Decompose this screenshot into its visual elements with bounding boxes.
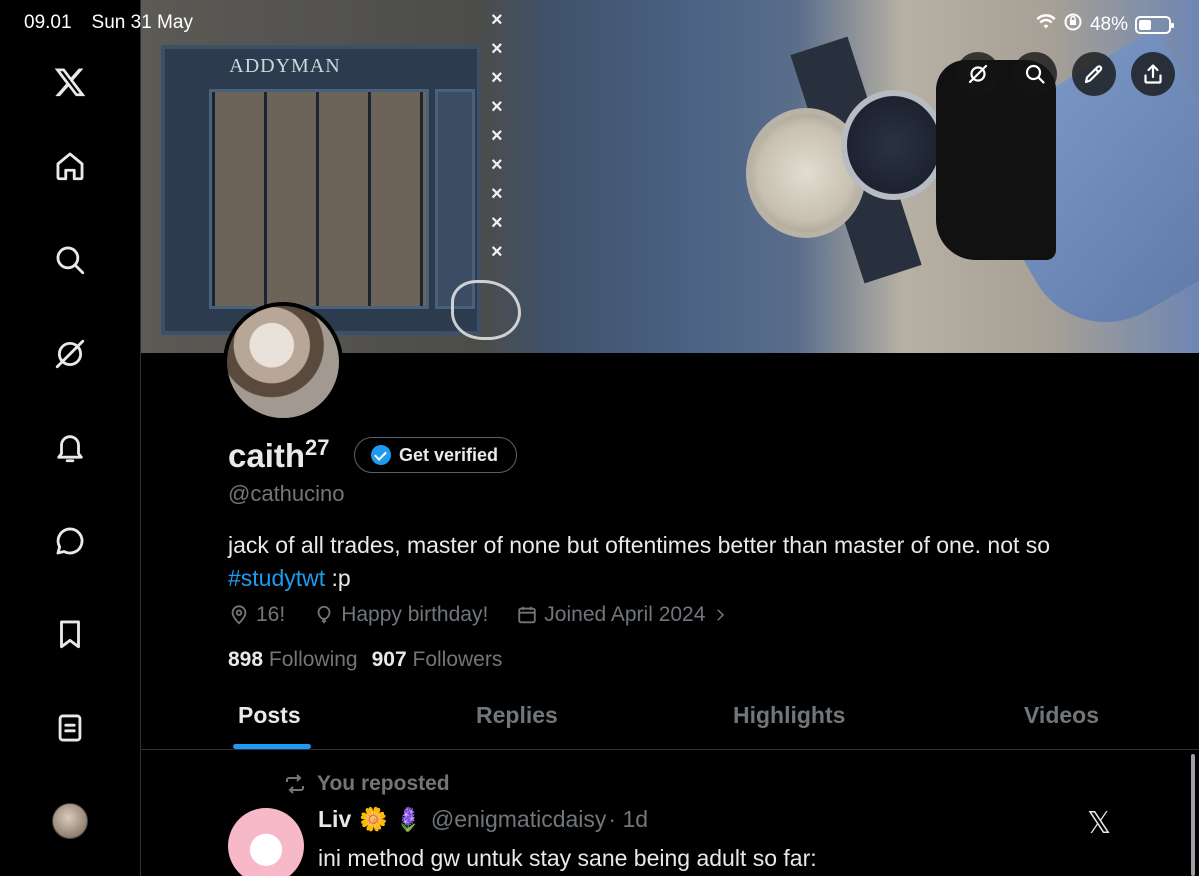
profile-banner[interactable]: ADDYMAN × × × × × × × × × (141, 0, 1199, 353)
tab-posts[interactable]: Posts (238, 702, 301, 729)
profile-tabs: Posts Replies Highlights Videos (141, 692, 1199, 750)
profile-birthday: Happy birthday! (341, 603, 489, 626)
status-time: 09.01 (24, 12, 72, 33)
display-name-text: caith (228, 437, 306, 474)
search-icon (1025, 64, 1045, 84)
wifi-icon (1036, 14, 1056, 36)
balloon-icon (317, 605, 331, 624)
repost-indicator: You reposted (283, 772, 450, 796)
verified-badge-icon (371, 445, 391, 465)
post-author-handle[interactable]: @enigmaticdaisy (431, 806, 606, 833)
post-author-emoji: 🌼 🪻 (359, 806, 423, 832)
calendar-icon (518, 606, 537, 624)
followers-label: Followers (412, 648, 503, 671)
profile-bio: jack of all trades, master of none but o… (228, 529, 1128, 595)
profile-joined[interactable]: Joined April 2024 (544, 603, 705, 627)
post-author-name[interactable]: Liv (318, 806, 351, 833)
search-icon[interactable] (50, 240, 90, 280)
bio-hashtag-link[interactable]: #studytwt (228, 565, 325, 591)
profile-avatar[interactable] (52, 803, 88, 839)
repost-label: You reposted (317, 772, 450, 795)
grok-button[interactable] (956, 52, 1000, 96)
lists-icon[interactable] (50, 708, 90, 748)
orientation-lock-icon (1063, 12, 1083, 38)
bookmarks-icon[interactable] (50, 614, 90, 654)
banner-shop-window (209, 89, 429, 309)
sidebar (0, 0, 141, 876)
follow-stats: 898 Following 907 Followers (228, 648, 502, 672)
share-icon (1144, 64, 1162, 84)
following-label: Following (268, 648, 358, 671)
repost-icon (286, 774, 304, 794)
tab-videos[interactable]: Videos (1024, 702, 1099, 729)
scrollbar[interactable] (1191, 754, 1195, 876)
banner-shopfront: ADDYMAN (161, 45, 481, 335)
battery-icon (1135, 16, 1174, 34)
banner-stitches: × × × × × × × × × (491, 9, 503, 263)
battery-percent: 48% (1089, 14, 1128, 35)
x-logo-icon: 𝕏 (1087, 806, 1112, 841)
edit-profile-button[interactable] (1072, 52, 1116, 96)
banner-ribbon (451, 280, 521, 340)
share-button[interactable] (1131, 52, 1175, 96)
following-link[interactable]: 898 Following (228, 648, 358, 672)
profile-avatar-large[interactable] (223, 302, 343, 422)
display-name: caith27 (228, 435, 330, 475)
profile-meta: 16! Happy birthday! Joined April 2024 (228, 603, 729, 627)
banner-shop-window-side (435, 89, 475, 309)
bio-text: jack of all trades, master of none but o… (228, 532, 1051, 558)
status-date: Sun 31 May (91, 12, 193, 33)
post-header: Liv 🌼 🪻 @enigmaticdaisy · 1d (318, 806, 648, 833)
bio-suffix: :p (325, 565, 351, 591)
notifications-icon[interactable] (50, 428, 90, 468)
post-text: ini method gw untuk stay sane being adul… (318, 845, 817, 871)
pencil-icon (1084, 65, 1103, 84)
post-age: · 1d (608, 806, 649, 832)
grok-icon[interactable] (50, 334, 90, 374)
location-icon (231, 605, 247, 625)
display-name-sup: 27 (305, 435, 330, 460)
profile-handle: @cathucino (228, 481, 345, 506)
followers-link[interactable]: 907 Followers (372, 648, 503, 672)
status-bar-right: 48% (1036, 12, 1174, 38)
get-verified-label: Get verified (399, 444, 499, 465)
chevron-right-icon[interactable] (711, 606, 729, 624)
active-tab-indicator (233, 744, 311, 749)
tab-replies[interactable]: Replies (476, 702, 558, 729)
get-verified-button[interactable]: Get verified (354, 437, 518, 473)
profile-location: 16! (256, 603, 286, 626)
tab-highlights[interactable]: Highlights (733, 702, 845, 729)
banner-watch-dark (841, 90, 946, 200)
home-icon[interactable] (50, 146, 90, 186)
grok-icon (968, 64, 988, 84)
followers-count: 907 (371, 648, 407, 671)
messages-icon[interactable] (50, 521, 90, 561)
x-logo-icon[interactable] (50, 62, 90, 102)
following-count: 898 (228, 648, 264, 671)
status-bar-left: 09.01 Sun 31 May (24, 12, 193, 34)
post-author-avatar[interactable] (228, 808, 304, 876)
banner-shop-sign: ADDYMAN (229, 55, 341, 77)
search-button[interactable] (1013, 52, 1057, 96)
